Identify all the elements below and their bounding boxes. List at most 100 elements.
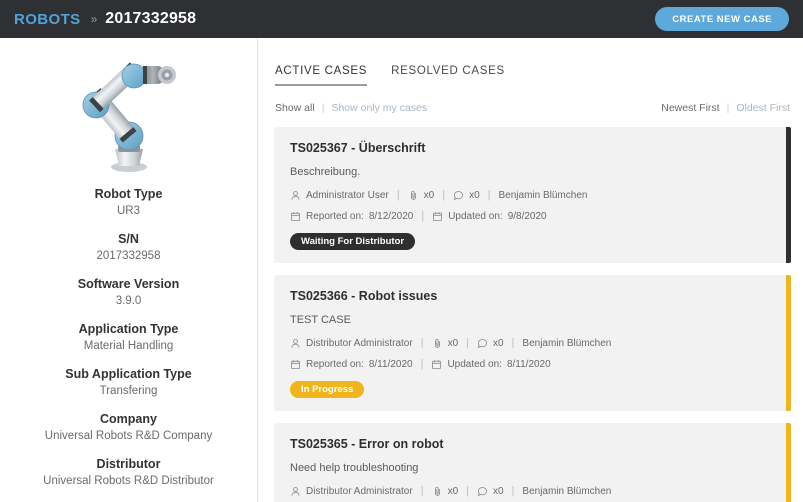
case-list: TS025367 - Überschrift Beschreibung. Adm… xyxy=(274,127,791,502)
spec-label: Application Type xyxy=(0,321,257,338)
meta-divider: | xyxy=(442,189,445,201)
spec-distributor: Distributor Universal Robots R&D Distrib… xyxy=(0,456,257,490)
case-attachment-count: x0 xyxy=(448,486,459,497)
spec-sub-application-type: Sub Application Type Transfering xyxy=(0,366,257,400)
case-attachments: x0 xyxy=(408,190,435,201)
robot-details-sidebar: Robot Type UR3 S/N 2017332958 Software V… xyxy=(0,38,258,502)
filter-divider: | xyxy=(322,102,325,114)
case-status-bar xyxy=(786,127,791,263)
comment-icon xyxy=(477,338,488,349)
ur3-robot-arm-illustration xyxy=(65,53,193,179)
case-comments: x0 xyxy=(477,486,504,497)
calendar-icon xyxy=(431,359,442,370)
paperclip-icon xyxy=(432,486,443,497)
tab-resolved-cases[interactable]: RESOLVED CASES xyxy=(391,65,505,86)
case-card[interactable]: TS025365 - Error on robot Need help trou… xyxy=(274,423,791,502)
meta-divider: | xyxy=(421,358,424,370)
spec-label: Software Version xyxy=(0,276,257,293)
case-dates-row: Reported on: 8/11/2020 | Updated on: 8/1… xyxy=(290,358,775,370)
reported-on-value: 8/12/2020 xyxy=(369,211,414,222)
case-comments: x0 xyxy=(453,190,480,201)
spec-value: Material Handling xyxy=(0,338,257,355)
case-status-bar xyxy=(786,275,791,411)
case-status-bar xyxy=(786,423,791,502)
case-assignee: Benjamin Blümchen xyxy=(499,190,588,201)
reported-on-label: Reported on: xyxy=(306,211,364,222)
case-title: TS025365 - Error on robot xyxy=(290,437,775,451)
sort-divider: | xyxy=(727,102,730,114)
case-author: Distributor Administrator xyxy=(290,486,413,497)
case-reported-date: Reported on: 8/11/2020 xyxy=(290,359,413,370)
case-card[interactable]: TS025366 - Robot issues TEST CASE Distri… xyxy=(274,275,791,411)
updated-on-value: 9/8/2020 xyxy=(508,211,547,222)
person-icon xyxy=(290,486,301,497)
sort-oldest-first-link[interactable]: Oldest First xyxy=(736,102,790,114)
meta-divider: | xyxy=(421,210,424,222)
case-assignee: Benjamin Blümchen xyxy=(522,338,611,349)
comment-icon xyxy=(453,190,464,201)
tab-active-cases[interactable]: ACTIVE CASES xyxy=(275,65,367,86)
page-title: 2017332958 xyxy=(105,10,196,28)
spec-label: Robot Type xyxy=(0,186,257,203)
spec-company: Company Universal Robots R&D Company xyxy=(0,411,257,445)
page-body: Robot Type UR3 S/N 2017332958 Software V… xyxy=(0,38,803,502)
case-assignee-name: Benjamin Blümchen xyxy=(522,338,611,349)
reported-on-value: 8/11/2020 xyxy=(369,359,413,370)
meta-divider: | xyxy=(466,337,469,349)
meta-divider: | xyxy=(466,485,469,497)
case-attachments: x0 xyxy=(432,338,459,349)
sort-controls: Newest First | Oldest First xyxy=(661,102,790,114)
filter-and-sort-bar: Show all | Show only my cases Newest Fir… xyxy=(274,101,791,115)
status-badge: In Progress xyxy=(290,381,364,398)
case-dates-row: Reported on: 8/12/2020 | Updated on: 9/8… xyxy=(290,210,775,222)
spec-label: Distributor xyxy=(0,456,257,473)
case-meta-row: Distributor Administrator | x0 | xyxy=(290,485,775,497)
spec-label: Sub Application Type xyxy=(0,366,257,383)
case-updated-date: Updated on: 9/8/2020 xyxy=(432,211,546,222)
breadcrumb-robots-link[interactable]: ROBOTS xyxy=(14,11,81,28)
spec-serial-number: S/N 2017332958 xyxy=(0,231,257,265)
status-badge: Waiting For Distributor xyxy=(290,233,415,250)
paperclip-icon xyxy=(432,338,443,349)
updated-on-value: 8/11/2020 xyxy=(507,359,551,370)
case-comment-count: x0 xyxy=(469,190,480,201)
case-author-name: Distributor Administrator xyxy=(306,338,413,349)
case-attachment-count: x0 xyxy=(424,190,435,201)
case-assignee: Benjamin Blümchen xyxy=(522,486,611,497)
calendar-icon xyxy=(290,211,301,222)
case-title: TS025367 - Überschrift xyxy=(290,141,775,155)
updated-on-label: Updated on: xyxy=(448,211,503,222)
meta-divider: | xyxy=(421,337,424,349)
case-author-name: Administrator User xyxy=(306,190,389,201)
meta-divider: | xyxy=(421,485,424,497)
case-attachment-count: x0 xyxy=(448,338,459,349)
create-new-case-button[interactable]: CREATE NEW CASE xyxy=(655,7,789,31)
spec-value: 2017332958 xyxy=(0,248,257,265)
spec-value: Universal Robots R&D Company xyxy=(0,428,257,445)
meta-divider: | xyxy=(512,485,515,497)
show-all-link[interactable]: Show all xyxy=(275,102,315,114)
breadcrumb-separator-icon: » xyxy=(91,12,97,26)
sort-newest-first-link[interactable]: Newest First xyxy=(661,102,719,114)
show-only-my-cases-link[interactable]: Show only my cases xyxy=(331,102,427,114)
meta-divider: | xyxy=(488,189,491,201)
case-author: Administrator User xyxy=(290,190,389,201)
person-icon xyxy=(290,190,301,201)
spec-value: Universal Robots R&D Distributor xyxy=(0,473,257,490)
case-author-name: Distributor Administrator xyxy=(306,486,413,497)
top-header-bar: ROBOTS » 2017332958 CREATE NEW CASE xyxy=(0,0,803,38)
case-tabs: ACTIVE CASES RESOLVED CASES xyxy=(274,38,791,86)
case-assignee-name: Benjamin Blümchen xyxy=(522,486,611,497)
case-comment-count: x0 xyxy=(493,486,504,497)
case-card[interactable]: TS025367 - Überschrift Beschreibung. Adm… xyxy=(274,127,791,263)
spec-list: Robot Type UR3 S/N 2017332958 Software V… xyxy=(0,186,257,490)
meta-divider: | xyxy=(397,189,400,201)
updated-on-label: Updated on: xyxy=(447,359,502,370)
case-assignee-name: Benjamin Blümchen xyxy=(499,190,588,201)
case-meta-row: Administrator User | x0 | xyxy=(290,189,775,201)
spec-application-type: Application Type Material Handling xyxy=(0,321,257,355)
spec-software-version: Software Version 3.9.0 xyxy=(0,276,257,310)
case-updated-date: Updated on: 8/11/2020 xyxy=(431,359,550,370)
spec-label: S/N xyxy=(0,231,257,248)
spec-value: 3.9.0 xyxy=(0,293,257,310)
